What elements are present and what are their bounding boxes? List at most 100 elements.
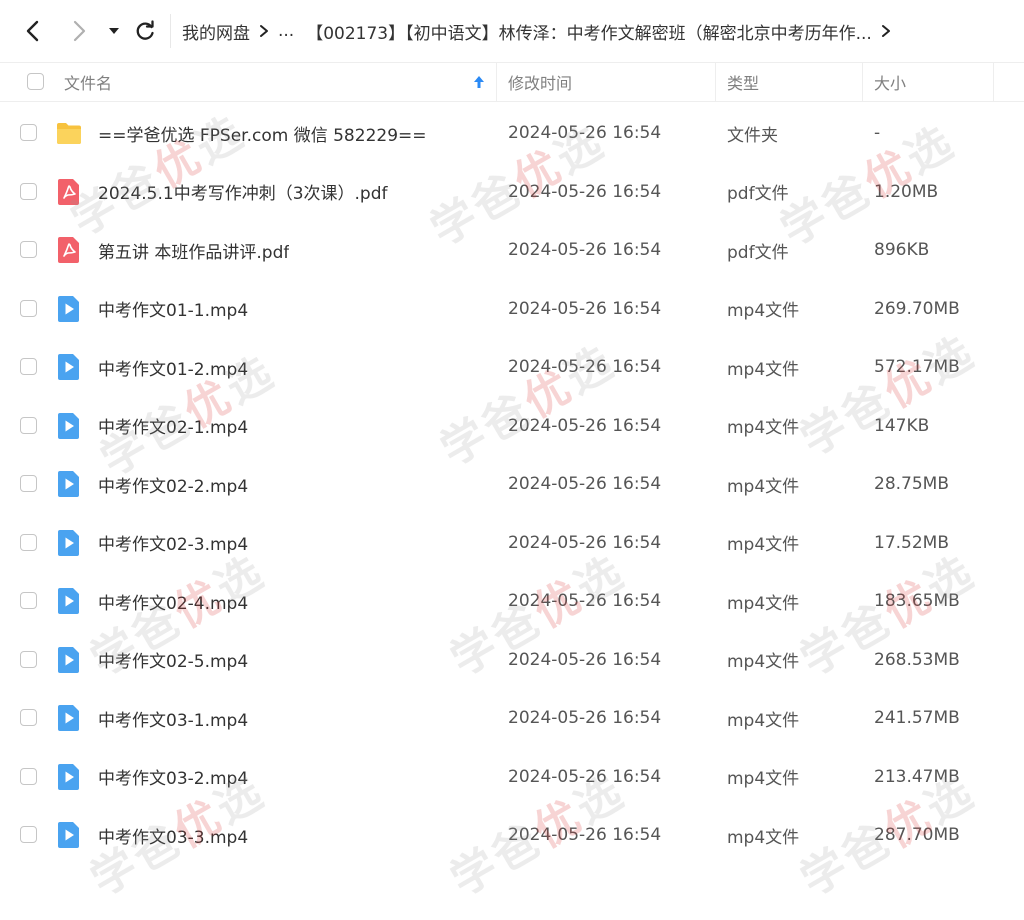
file-name[interactable]: 第五讲 本班作品讲评.pdf — [98, 221, 289, 279]
file-type: mp4文件 — [727, 710, 800, 731]
file-modified-time: 2024-05-26 16:54 — [508, 825, 662, 845]
file-size: 147KB — [874, 415, 930, 436]
file-name[interactable]: 中考作文02-2.mp4 — [98, 455, 248, 513]
table-row[interactable]: 中考作文02-2.mp4 2024-05-26 16:54 mp4文件 28.75MB — [0, 455, 1024, 514]
row-checkbox[interactable] — [20, 592, 37, 609]
file-name[interactable]: ==学爸优选 FPSer.com 微信 582229== — [98, 104, 427, 162]
file-modified-time: 2024-05-26 16:54 — [508, 708, 662, 728]
file-list: ==学爸优选 FPSer.com 微信 582229== 2024-05-26 1… — [0, 104, 1024, 865]
file-type: pdf文件 — [727, 184, 789, 204]
file-size: 28.75MB — [874, 474, 949, 494]
file-name[interactable]: 中考作文03-2.mp4 — [98, 748, 248, 806]
row-checkbox[interactable] — [20, 182, 37, 200]
row-checkbox[interactable] — [20, 124, 37, 141]
file-type: mp4文件 — [727, 535, 800, 555]
video-icon — [56, 763, 82, 791]
table-row[interactable]: 中考作文02-5.mp4 2024-05-26 16:54 mp4文件 268.53M… — [0, 631, 1024, 690]
table-row[interactable]: ==学爸优选 FPSer.com 微信 582229== 2024-05-26 1… — [0, 104, 1024, 163]
row-checkbox[interactable] — [20, 533, 37, 551]
caret-down-icon — [109, 28, 119, 34]
file-size: 241.57MB — [874, 708, 960, 728]
table-row[interactable]: 中考作文01-2.mp4 2024-05-26 16:54 mp4文件 572.17M… — [0, 338, 1024, 397]
file-table-header: 文件名 修改时间 类型 大小 — [0, 62, 1024, 102]
file-name[interactable]: 中考作文02-5.mp4 — [98, 631, 248, 689]
select-all-checkbox[interactable] — [27, 73, 44, 90]
file-name[interactable]: 中考作文02-1.mp4 — [98, 397, 248, 455]
file-type: pdf文件 — [727, 242, 789, 263]
file-size: 17.52MB — [874, 532, 949, 553]
breadcrumb: 我的网盘 ... 【002173】【初中语文】林传泽：中考作文解密班（解密北京中… — [176, 0, 894, 62]
video-icon — [56, 412, 82, 440]
refresh-button[interactable] — [130, 16, 160, 46]
row-checkbox[interactable] — [20, 826, 37, 843]
table-row[interactable]: 第五讲 本班作品讲评.pdf 2024-05-26 16:54 pdf文件 896KB — [0, 221, 1024, 280]
file-manager-window: 我的网盘 ... 【002173】【初中语文】林传泽：中考作文解密班（解密北京中… — [0, 0, 1024, 920]
file-type: mp4文件 — [727, 652, 800, 672]
forward-button[interactable] — [64, 16, 94, 46]
video-icon — [56, 821, 82, 849]
breadcrumb-separator-icon — [256, 24, 272, 38]
table-row[interactable]: 中考作文01-1.mp4 2024-05-26 16:54 mp4文件 269.70M… — [0, 280, 1024, 339]
file-modified-time: 2024-05-26 16:54 — [508, 123, 662, 143]
breadcrumb-ellipsis[interactable]: ... — [272, 21, 300, 41]
nav-divider — [170, 14, 171, 48]
file-type: mp4文件 — [727, 476, 800, 497]
sort-ascending-icon[interactable] — [472, 72, 486, 92]
table-row[interactable]: 中考作文02-4.mp4 2024-05-26 16:54 mp4文件 183.65M… — [0, 572, 1024, 631]
file-name[interactable]: 中考作文03-1.mp4 — [98, 689, 248, 747]
row-checkbox[interactable] — [20, 299, 37, 317]
column-divider[interactable] — [715, 63, 716, 101]
folder-icon — [56, 119, 82, 147]
file-modified-time: 2024-05-26 16:54 — [508, 181, 662, 202]
file-size: 268.53MB — [874, 649, 960, 670]
table-row[interactable]: 中考作文02-3.mp4 2024-05-26 16:54 mp4文件 17.52MB — [0, 514, 1024, 573]
video-icon — [56, 704, 82, 732]
column-divider[interactable] — [862, 63, 863, 101]
file-name[interactable]: 中考作文02-3.mp4 — [98, 514, 248, 572]
history-dropdown-button[interactable] — [102, 16, 126, 46]
row-checkbox[interactable] — [20, 709, 37, 726]
file-modified-time: 2024-05-26 16:54 — [508, 591, 662, 611]
column-header-modified[interactable]: 修改时间 — [508, 63, 572, 101]
table-row[interactable]: 中考作文03-2.mp4 2024-05-26 16:54 mp4文件 213.47M… — [0, 748, 1024, 807]
row-checkbox[interactable] — [20, 650, 37, 668]
table-row[interactable]: 中考作文03-1.mp4 2024-05-26 16:54 mp4文件 241.57M… — [0, 689, 1024, 748]
file-size: 269.70MB — [874, 298, 960, 319]
video-icon — [56, 646, 82, 674]
row-checkbox[interactable] — [20, 358, 37, 375]
column-divider[interactable] — [993, 63, 994, 101]
row-checkbox[interactable] — [20, 416, 37, 434]
back-button[interactable] — [18, 16, 48, 46]
file-size: 183.65MB — [874, 591, 960, 611]
file-modified-time: 2024-05-26 16:54 — [508, 532, 662, 553]
file-name[interactable]: 中考作文03-3.mp4 — [98, 806, 248, 864]
file-modified-time: 2024-05-26 16:54 — [508, 766, 662, 787]
video-icon — [56, 470, 82, 498]
file-name[interactable]: 中考作文01-1.mp4 — [98, 280, 248, 338]
column-header-type[interactable]: 类型 — [727, 63, 759, 101]
file-name[interactable]: 中考作文02-4.mp4 — [98, 572, 248, 630]
row-checkbox[interactable] — [20, 475, 37, 492]
file-modified-time: 2024-05-26 16:54 — [508, 649, 662, 670]
file-type: 文件夹 — [727, 125, 778, 146]
column-divider[interactable] — [496, 63, 497, 101]
pdf-icon — [56, 178, 82, 206]
file-type: mp4文件 — [727, 301, 800, 321]
breadcrumb-expand-icon[interactable] — [878, 24, 894, 38]
column-header-name[interactable]: 文件名 — [64, 63, 112, 101]
column-header-size[interactable]: 大小 — [874, 63, 906, 101]
file-type: mp4文件 — [727, 827, 800, 848]
video-icon — [56, 587, 82, 615]
file-name[interactable]: 中考作文01-2.mp4 — [98, 338, 248, 396]
table-row[interactable]: 2024.5.1中考写作冲刺（3次课）.pdf 2024-05-26 16:54 p… — [0, 163, 1024, 222]
table-row[interactable]: 中考作文02-1.mp4 2024-05-26 16:54 mp4文件 147KB — [0, 397, 1024, 456]
file-name[interactable]: 2024.5.1中考写作冲刺（3次课）.pdf — [98, 163, 388, 221]
breadcrumb-root[interactable]: 我的网盘 — [176, 19, 256, 44]
refresh-icon — [136, 20, 154, 40]
file-modified-time: 2024-05-26 16:54 — [508, 357, 662, 377]
video-icon — [56, 529, 82, 557]
row-checkbox[interactable] — [20, 767, 37, 785]
table-row[interactable]: 中考作文03-3.mp4 2024-05-26 16:54 mp4文件 287.70M… — [0, 806, 1024, 865]
breadcrumb-current-folder[interactable]: 【002173】【初中语文】林传泽：中考作文解密班（解密北京中考历年作... — [300, 19, 878, 44]
row-checkbox[interactable] — [20, 241, 37, 258]
